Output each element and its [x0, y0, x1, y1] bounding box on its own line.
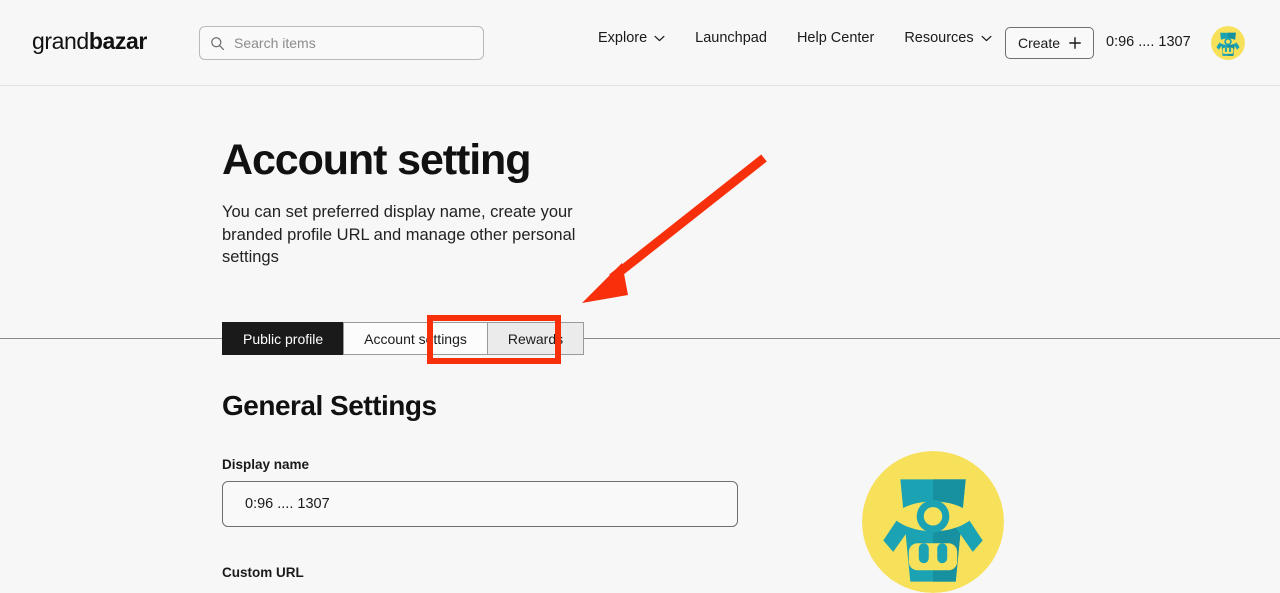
- tab-account-settings[interactable]: Account settings: [343, 322, 488, 355]
- profile-avatar[interactable]: [862, 451, 1004, 593]
- logo-text-bold: bazar: [88, 28, 147, 54]
- tabs-divider: [0, 338, 1280, 339]
- main-navigation: Explore Launchpad Help Center Resources: [598, 30, 992, 46]
- annotation-arrow: [582, 154, 767, 303]
- nav-item-label: Help Center: [796, 30, 875, 46]
- plus-icon: [1069, 37, 1081, 49]
- nav-item-help-center[interactable]: Help Center: [797, 30, 874, 46]
- search-icon: [211, 36, 225, 50]
- page-description: You can set preferred display name, crea…: [222, 203, 576, 266]
- custom-url-label: Custom URL: [222, 565, 304, 580]
- tab-label: Public profile: [243, 330, 324, 347]
- chevron-down-icon: [654, 35, 665, 41]
- page-title: Account setting: [222, 136, 532, 184]
- chevron-down-icon: [981, 35, 992, 41]
- nav-item-explore[interactable]: Explore: [598, 30, 665, 46]
- section-title-general-settings: General Settings: [222, 390, 437, 421]
- tab-public-profile[interactable]: Public profile: [222, 322, 345, 355]
- settings-tabs: Public profile Account settings Rewards: [222, 322, 585, 355]
- logo-text-light: grand: [32, 28, 89, 54]
- tab-rewards[interactable]: Rewards: [486, 322, 585, 355]
- nav-item-label: Explore: [598, 30, 648, 46]
- site-header: grandbazar Search items Explore Launchpa…: [0, 0, 1280, 86]
- user-handle[interactable]: 0:96 .... 1307: [1106, 34, 1191, 50]
- create-button-label: Create: [1017, 35, 1061, 51]
- nav-item-launchpad[interactable]: Launchpad: [695, 30, 767, 46]
- search-input[interactable]: Search items: [199, 26, 484, 60]
- tab-label: Account settings: [364, 330, 467, 347]
- nav-item-label: Launchpad: [695, 30, 767, 46]
- site-logo[interactable]: grandbazar: [32, 28, 147, 55]
- create-button[interactable]: Create: [1005, 27, 1094, 59]
- display-name-value: 0:96 .... 1307: [245, 496, 330, 512]
- display-name-input[interactable]: 0:96 .... 1307: [222, 481, 738, 527]
- search-placeholder-text: Search items: [234, 35, 316, 51]
- nav-item-label: Resources: [904, 30, 974, 46]
- user-avatar[interactable]: [1211, 26, 1245, 60]
- tab-label: Rewards: [507, 330, 564, 347]
- display-name-label: Display name: [222, 457, 310, 472]
- nav-item-resources[interactable]: Resources: [904, 30, 992, 46]
